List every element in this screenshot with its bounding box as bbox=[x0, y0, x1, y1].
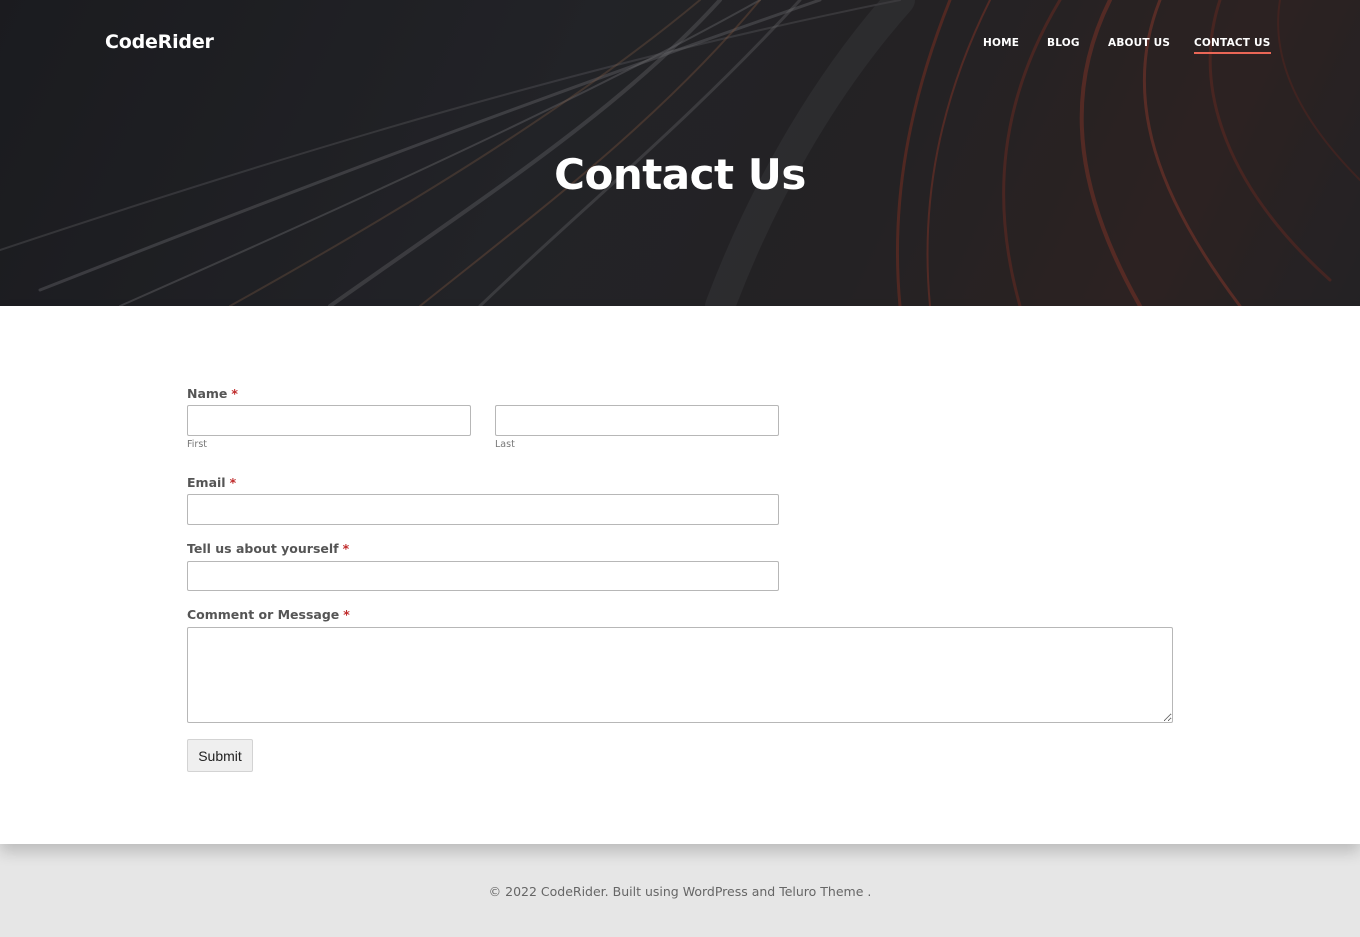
nav-home[interactable]: HOME bbox=[983, 36, 1019, 50]
footer: © 2022 CodeRider. Built using WordPress … bbox=[488, 884, 872, 899]
about-label: Tell us about yourself * bbox=[187, 541, 350, 556]
nav-about-us[interactable]: ABOUT US bbox=[1108, 36, 1170, 50]
name-label: Name * bbox=[187, 386, 238, 401]
email-input[interactable] bbox=[187, 494, 779, 525]
message-label: Comment or Message * bbox=[187, 607, 350, 622]
main-content: Name * First Last Email * Tell us about yo… bbox=[0, 306, 1360, 844]
required-mark: * bbox=[343, 607, 350, 622]
required-mark: * bbox=[231, 386, 238, 401]
first-sublabel: First bbox=[187, 439, 207, 450]
theme-link[interactable]: Teluro Theme bbox=[779, 884, 863, 899]
submit-button[interactable]: Submit bbox=[187, 739, 253, 772]
email-label: Email * bbox=[187, 475, 237, 490]
first-name-input[interactable] bbox=[187, 405, 471, 436]
last-name-input[interactable] bbox=[495, 405, 779, 436]
nav-contact-us[interactable]: CONTACT US bbox=[1194, 36, 1271, 54]
page-title: Contact Us bbox=[554, 150, 806, 199]
message-textarea[interactable] bbox=[187, 627, 1173, 723]
required-mark: * bbox=[229, 475, 237, 490]
main-nav: HOME BLOG ABOUT US CONTACT US bbox=[0, 36, 1360, 56]
last-sublabel: Last bbox=[495, 439, 515, 450]
about-input[interactable] bbox=[187, 561, 779, 591]
hero-banner: CodeRider HOME BLOG ABOUT US CONTACT US … bbox=[0, 0, 1360, 306]
wordpress-link[interactable]: WordPress bbox=[683, 884, 748, 899]
required-mark: * bbox=[342, 541, 350, 556]
nav-blog[interactable]: BLOG bbox=[1047, 36, 1080, 50]
